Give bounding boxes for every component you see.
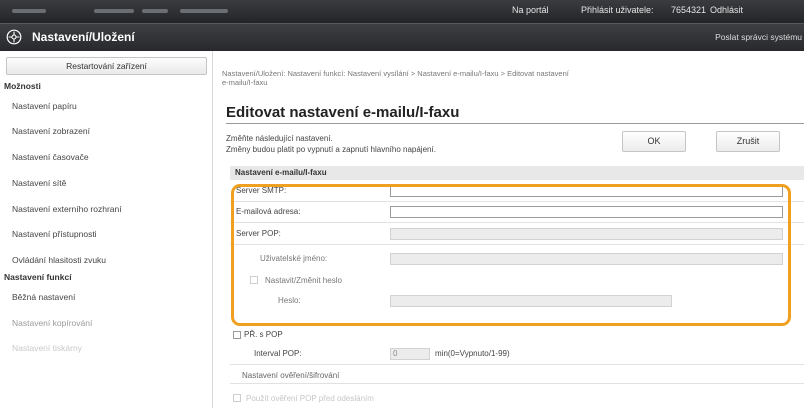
mail-admin-link[interactable]: Poslat správci systému [715, 32, 802, 42]
title-bar: Nastavení/Uložení Poslat správci systému [0, 23, 804, 51]
description-line: Změny budou platit po vypnutí a zapnutí … [226, 145, 436, 154]
pop-interval-input[interactable]: 0 [390, 348, 430, 360]
rx-pop-label: PŘ. s POP [244, 330, 283, 339]
row-divider [230, 201, 804, 202]
username-label: Uživatelské jméno: [260, 254, 328, 263]
section-heading: Nastavení e-mailu/I-faxu [230, 166, 804, 180]
sidebar-item-timer[interactable]: Nastavení časovače [12, 152, 89, 162]
gear-logo-icon [6, 29, 22, 45]
password-label: Heslo: [278, 296, 301, 305]
sidebar-item-printer[interactable]: Nastavení tiskárny [12, 343, 82, 353]
restart-device-button[interactable]: Restartování zařízení [6, 57, 207, 75]
blurred-text [94, 9, 134, 13]
email-address-label: E-mailová adresa: [236, 207, 301, 216]
row-divider [230, 383, 804, 384]
sidebar-item-display[interactable]: Nastavení zobrazení [12, 126, 90, 136]
set-password-checkbox[interactable] [250, 276, 258, 284]
pop-auth-label: Použít ověření POP před odesláním [246, 394, 374, 403]
ok-button[interactable]: OK [622, 131, 686, 152]
auth-section-heading: Nastavení ověření/šifrování [242, 371, 340, 380]
blurred-text [142, 9, 168, 13]
logout-link[interactable]: Odhlásit [710, 5, 743, 15]
breadcrumb-line: e-mailu/I-faxu [222, 78, 268, 87]
sidebar-item-network[interactable]: Nastavení sítě [12, 178, 66, 188]
function-settings-heading: Nastavení funkcí [4, 272, 72, 282]
login-user-label: Přihlásit uživatele: [581, 5, 654, 15]
cancel-button[interactable]: Zrušit [716, 131, 780, 152]
pop-auth-checkbox[interactable] [233, 394, 241, 402]
page-title: Editovat nastavení e-mailu/I-faxu [226, 104, 460, 121]
sidebar-item-external-interface[interactable]: Nastavení externího rozhraní [12, 204, 122, 214]
sidebar-item-volume[interactable]: Ovládání hlasitosti zvuku [12, 255, 106, 265]
pop-server-input[interactable] [390, 228, 783, 240]
breadcrumb: Nastavení/Uložení: Nastavení funkcí: Nas… [222, 69, 762, 87]
row-divider [230, 364, 804, 365]
sidebar: Restartování zařízení Možnosti Nastavení… [0, 51, 213, 408]
rx-pop-checkbox[interactable] [233, 331, 241, 339]
sidebar-item-accessibility[interactable]: Nastavení přístupnosti [12, 229, 97, 239]
username-input[interactable] [390, 253, 783, 265]
user-id: 7654321 [671, 5, 707, 15]
pop-interval-label: Interval POP: [254, 349, 302, 358]
sidebar-item-copy[interactable]: Nastavení kopírování [12, 318, 92, 328]
pop-server-label: Server POP: [236, 229, 281, 238]
app-title: Nastavení/Uložení [32, 30, 135, 44]
preferences-heading: Možnosti [4, 81, 41, 91]
email-address-input[interactable] [390, 206, 783, 218]
sidebar-item-paper[interactable]: Nastavení papíru [12, 101, 77, 111]
blurred-text [12, 9, 46, 13]
title-divider [226, 123, 804, 124]
sidebar-item-common[interactable]: Běžná nastavení [12, 292, 75, 302]
blurred-text [180, 9, 228, 13]
top-bar: Na portál Přihlásit uživatele: 7654321 O… [0, 0, 804, 23]
row-divider [230, 244, 804, 245]
description-line: Změňte následující nastavení. [226, 134, 333, 143]
portal-link[interactable]: Na portál [512, 5, 549, 15]
row-divider [230, 222, 804, 223]
smtp-server-label: Server SMTP: [236, 186, 287, 195]
password-input[interactable] [390, 295, 672, 307]
pop-interval-unit: min(0=Vypnuto/1-99) [435, 349, 510, 358]
smtp-server-input[interactable] [390, 185, 783, 197]
set-password-label: Nastavit/Změnit heslo [265, 276, 342, 285]
breadcrumb-line: Nastavení/Uložení: Nastavení funkcí: Nas… [222, 69, 569, 78]
